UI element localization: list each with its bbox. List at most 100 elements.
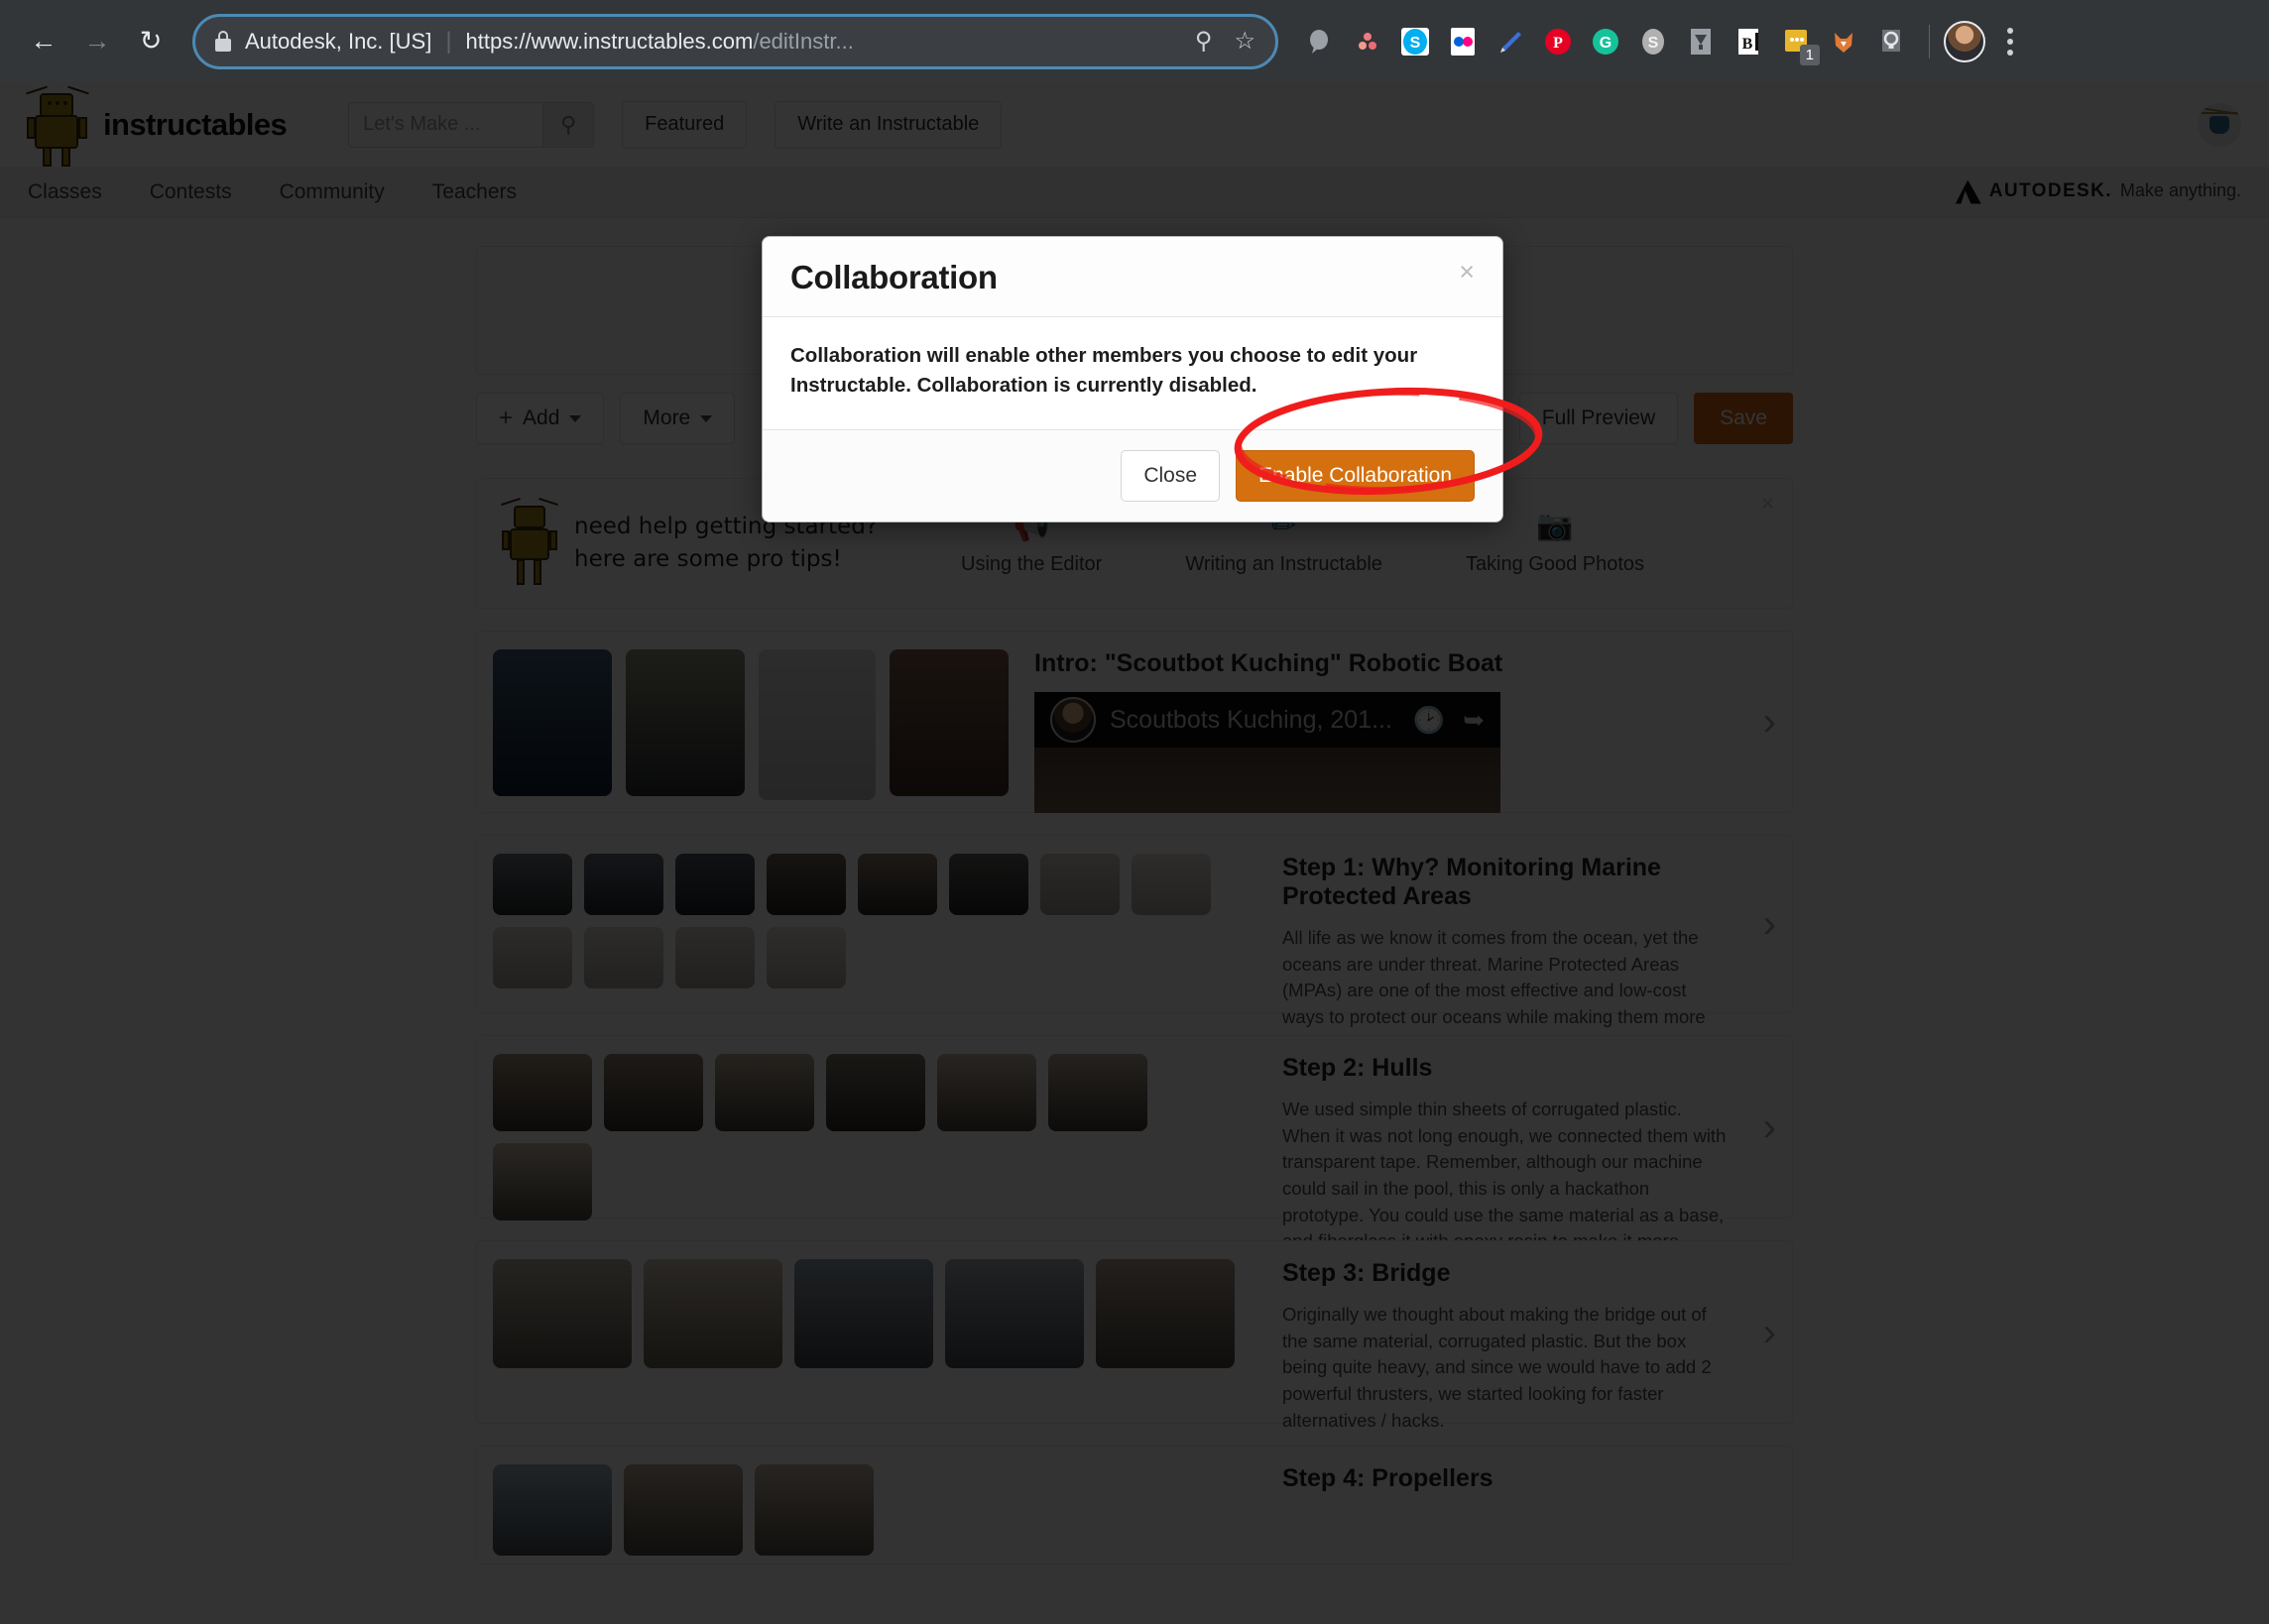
thumbnail[interactable] [493,649,612,796]
thumbnail[interactable] [755,1464,874,1556]
funnel-extension-icon[interactable] [1677,18,1725,65]
thumbnail[interactable] [945,1259,1084,1368]
step-card-intro[interactable]: Intro: "Scoutbot Kuching" Robotic Boat S… [476,631,1793,813]
write-an-instructable-button[interactable]: Write an Instructable [775,100,1003,149]
add-button[interactable]: + Add [476,393,605,444]
video-author-avatar [1050,697,1096,743]
thumbnail[interactable] [624,1464,743,1556]
thumbnail[interactable] [1048,1054,1147,1131]
thumbnail[interactable] [858,854,937,915]
s-gray-extension-icon[interactable]: S [1629,18,1677,65]
thumbnail[interactable] [493,1143,592,1220]
thumbnail[interactable] [675,927,755,988]
thumbnail[interactable] [949,854,1028,915]
thumbnail[interactable] [759,649,876,800]
avatar[interactable] [2198,102,2241,147]
subnav-item-contests[interactable]: Contests [150,180,232,204]
thumbnail[interactable] [493,1054,592,1131]
plus-icon: + [499,405,514,431]
site-search[interactable]: ⚲ [348,101,595,148]
more-button-label: More [643,406,691,429]
magnifier-icon[interactable]: ⚲ [1195,29,1213,54]
chevron-down-icon [700,414,713,422]
thumbnail[interactable] [1132,854,1211,915]
site-logo-wordmark: instructables [103,106,288,142]
pen-extension-icon[interactable] [1487,18,1534,65]
step-title: Step 3: Bridge [1282,1259,1451,1287]
modal-footer: Close Enable Collaboration [763,428,1502,522]
video-embed[interactable]: Scoutbots Kuching, 201... 🕑 ➥ [1034,692,1500,813]
skype-extension-icon[interactable]: S [1391,18,1439,65]
thumbnail[interactable] [1096,1259,1235,1368]
b-box-extension-icon[interactable]: B [1725,18,1772,65]
featured-button[interactable]: Featured [622,100,748,149]
grammarly-extension-icon[interactable]: G [1582,18,1629,65]
step-card-2[interactable]: Step 2: Hulls We used simple thin sheets… [476,1035,1793,1278]
thumbnail[interactable] [604,1054,703,1131]
thumbnail[interactable] [826,1054,925,1131]
step-card-1[interactable]: Step 1: Why? Monitoring Marine Protected… [476,835,1793,1132]
modal-header: Collaboration × [763,237,1502,317]
chevron-down-icon [569,414,582,422]
fox-extension-icon[interactable] [1820,18,1867,65]
thumbnail[interactable] [493,1259,632,1368]
browser-profile-avatar[interactable] [1944,20,1985,62]
thumbnail[interactable] [493,927,572,988]
thumbnail[interactable] [675,854,755,915]
lock-icon [215,31,231,52]
full-preview-button[interactable]: Full Preview [1518,393,1679,444]
autodesk-wordmark: AUTODESK. [1988,179,2112,201]
step-title: Step 2: Hulls [1282,1054,1433,1082]
enable-collaboration-button[interactable]: Enable Collaboration [1236,449,1475,502]
address-bar[interactable]: Autodesk, Inc. [US] | https://www.instru… [192,13,1278,69]
more-button[interactable]: More [620,393,736,444]
flickr-extension-icon[interactable] [1439,18,1487,65]
dots-cluster-extension-icon[interactable] [1344,18,1391,65]
yellow-notes-extension-icon[interactable]: 1 [1772,18,1820,65]
subnav-item-teachers[interactable]: Teachers [432,180,517,204]
speech-bubble-extension-icon[interactable] [1296,18,1344,65]
site-logo[interactable]: instructables [26,83,288,167]
thumbnail[interactable] [767,854,846,915]
thumbnail[interactable] [794,1259,933,1368]
close-button[interactable]: Close [1121,449,1221,502]
forward-arrow-icon[interactable]: → [75,20,119,63]
reload-icon[interactable]: ↻ [129,20,173,63]
thumbnail[interactable] [937,1054,1036,1131]
chevron-right-icon[interactable]: › [1763,1107,1776,1147]
thumbnail[interactable] [493,854,572,915]
star-icon[interactable]: ☆ [1234,29,1255,54]
thumbnail[interactable] [1040,854,1120,915]
chevron-right-icon[interactable]: › [1763,904,1776,944]
video-title: Scoutbots Kuching, 201... [1110,705,1392,734]
share-icon[interactable]: ➥ [1463,705,1485,736]
thumbnail[interactable] [715,1054,814,1131]
search-input[interactable] [348,101,543,148]
step-body: Intro: "Scoutbot Kuching" Robotic Boat S… [1009,649,1776,813]
chevron-right-icon[interactable]: › [1763,702,1776,742]
close-icon[interactable]: × [1459,259,1475,286]
pinterest-extension-icon[interactable]: P [1534,18,1582,65]
step-card-4[interactable]: Step 4: Propellers [476,1446,1793,1565]
thumbnail[interactable] [493,1464,612,1556]
back-arrow-icon[interactable]: ← [22,20,65,63]
thumbnail[interactable] [890,649,1009,796]
browser-menu-icon[interactable] [2001,22,2019,61]
lightbulb-extension-icon[interactable] [1867,18,1915,65]
save-button[interactable]: Save [1694,393,1793,444]
step-body: Step 2: Hulls We used simple thin sheets… [1256,1054,1776,1278]
divider: | [445,27,452,55]
thumbnail[interactable] [584,854,663,915]
search-icon[interactable]: ⚲ [542,101,595,148]
thumbnail[interactable] [626,649,745,796]
subnav-item-community[interactable]: Community [280,180,385,204]
chevron-right-icon[interactable]: › [1763,1313,1776,1352]
thumbnail[interactable] [584,927,663,988]
thumbnail[interactable] [767,927,846,988]
thumbnail[interactable] [644,1259,782,1368]
clock-icon[interactable]: 🕑 [1413,705,1445,736]
step-card-3[interactable]: Step 3: Bridge Originally we thought abo… [476,1240,1793,1523]
thumbnail-strip [493,854,1256,994]
close-icon[interactable]: × [1761,491,1774,517]
subnav-item-classes[interactable]: Classes [28,180,102,204]
